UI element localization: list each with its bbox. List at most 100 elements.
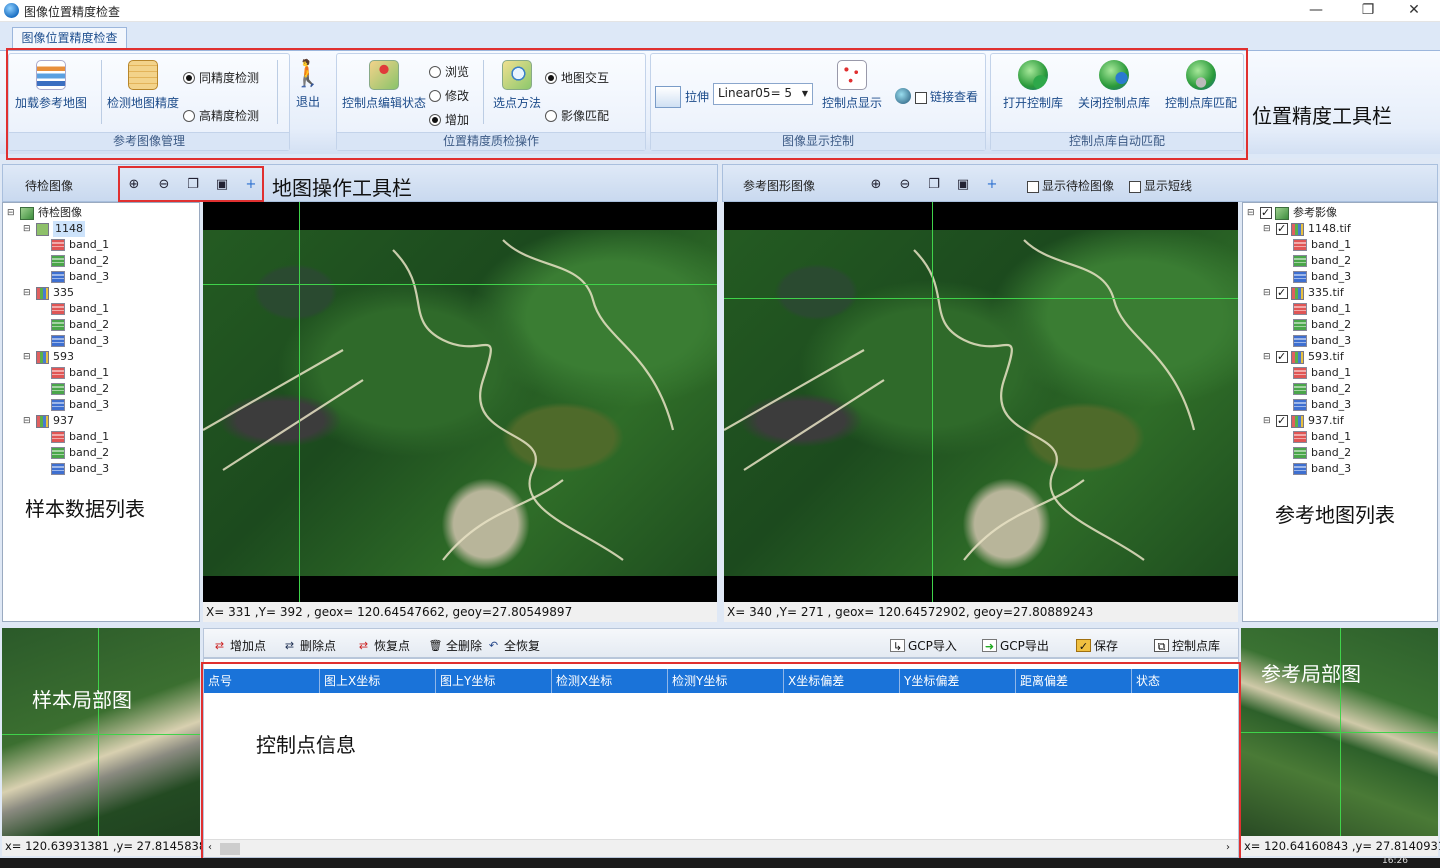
tree-band-item[interactable]: band_1 — [51, 301, 109, 317]
zoom-in-icon[interactable]: ⊕ — [125, 175, 143, 193]
collapse-icon[interactable]: ⊟ — [1263, 349, 1273, 365]
tree-node[interactable]: ⊟ 593 — [23, 349, 74, 365]
tree-band-item[interactable]: band_2 — [51, 253, 109, 269]
full-extent-icon[interactable]: ❐ — [925, 175, 943, 193]
tree-band-item[interactable]: band_1 — [51, 429, 109, 445]
load-reference-map-button[interactable]: 加载参考地图 — [11, 60, 91, 111]
collapse-icon[interactable]: ⊟ — [23, 413, 33, 429]
collapse-icon[interactable]: ⊟ — [23, 285, 33, 301]
column-header[interactable]: X坐标偏差 — [784, 669, 900, 693]
restore-button[interactable]: ❐ — [1348, 0, 1388, 22]
tree-node[interactable]: ⊟ 335.tif — [1263, 285, 1344, 301]
save-button[interactable]: ✓ 保存 — [1076, 637, 1118, 654]
zoom-out-icon[interactable]: ⊖ — [896, 175, 914, 193]
radio-map-interaction[interactable]: 地图交互 — [545, 69, 609, 86]
tree-band-item[interactable]: band_3 — [1293, 269, 1351, 285]
tree-band-item[interactable]: band_2 — [1293, 381, 1351, 397]
tree-band-item[interactable]: band_1 — [1293, 429, 1351, 445]
tree-band-item[interactable]: band_3 — [51, 333, 109, 349]
tree-node[interactable]: ⊟ 593.tif — [1263, 349, 1344, 365]
radio-browse[interactable]: 浏览 — [429, 63, 469, 80]
collapse-icon[interactable]: ⊟ — [7, 205, 17, 221]
control-point-library-button[interactable]: ⧉ 控制点库 — [1154, 637, 1220, 654]
exit-button[interactable]: 🚶 退出 — [280, 59, 336, 110]
collapse-icon[interactable]: ⊟ — [1247, 205, 1257, 221]
scroll-left-icon[interactable]: ‹ — [208, 842, 212, 853]
close-control-library-button[interactable]: 关闭控制点库 — [1073, 60, 1155, 111]
tree-band-item[interactable]: band_1 — [1293, 301, 1351, 317]
tree-band-item[interactable]: band_2 — [1293, 317, 1351, 333]
tab-precision-check[interactable]: 图像位置精度检查 — [12, 27, 127, 49]
close-button[interactable]: ✕ — [1394, 0, 1434, 22]
column-header[interactable]: 检测X坐标 — [552, 669, 668, 693]
tree-node[interactable]: ⊟ 937 — [23, 413, 74, 429]
delete-point-button[interactable]: ⇄ 删除点 — [282, 637, 336, 654]
tree-band-item[interactable]: band_3 — [1293, 397, 1351, 413]
column-header[interactable]: 检测Y坐标 — [668, 669, 784, 693]
checkbox-icon[interactable] — [1260, 205, 1272, 221]
stretch-select[interactable]: Linear05= 5 ▼ — [713, 83, 813, 105]
restore-all-button[interactable]: ↶ 全恢复 — [486, 637, 540, 654]
delete-all-button[interactable]: 🗑 全删除 — [428, 637, 483, 654]
select-point-method-button[interactable]: 选点方法 — [489, 60, 545, 111]
zoom-out-icon[interactable]: ⊖ — [155, 175, 173, 193]
tree-band-item[interactable]: band_1 — [1293, 237, 1351, 253]
radio-modify[interactable]: 修改 — [429, 87, 469, 104]
add-point-button[interactable]: ⇄ 增加点 — [212, 637, 266, 654]
tree-node[interactable]: ⊟ 1148 — [23, 221, 85, 237]
tree-band-item[interactable]: band_3 — [1293, 461, 1351, 477]
collapse-icon[interactable]: ⊟ — [23, 221, 33, 237]
column-header[interactable]: 图上Y坐标 — [436, 669, 552, 693]
collapse-icon[interactable]: ⊟ — [23, 349, 33, 365]
check-map-precision-button[interactable]: 检测地图精度 — [105, 60, 181, 111]
checkbox-icon[interactable] — [1276, 285, 1288, 301]
tree-band-item[interactable]: band_3 — [1293, 333, 1351, 349]
collapse-icon[interactable]: ⊟ — [1263, 285, 1273, 301]
tree-node[interactable]: ⊟ 1148.tif — [1263, 221, 1351, 237]
tree-band-item[interactable]: band_2 — [51, 381, 109, 397]
column-header[interactable]: Y坐标偏差 — [900, 669, 1016, 693]
zoom-in-icon[interactable]: ⊕ — [867, 175, 885, 193]
radio-high-precision[interactable]: 高精度检测 — [183, 107, 259, 124]
tree-band-item[interactable]: band_2 — [51, 317, 109, 333]
crosshair-icon[interactable]: + — [242, 175, 260, 193]
column-header[interactable]: 状态 — [1132, 669, 1250, 693]
reference-map-view[interactable]: X= 340 ,Y= 271 , geox= 120.64572902, geo… — [723, 202, 1238, 622]
tree-band-item[interactable]: band_2 — [51, 445, 109, 461]
crosshair-icon[interactable]: + — [983, 175, 1001, 193]
restore-point-button[interactable]: ⇄ 恢复点 — [356, 637, 410, 654]
control-library-match-button[interactable]: 控制点库匹配 — [1161, 60, 1241, 111]
tree-node[interactable]: ⊟ 335 — [23, 285, 74, 301]
sample-local-view[interactable]: 样本局部图 x= 120.63931381 ,y= 27.8145838 — [2, 628, 206, 856]
show-pending-checkbox[interactable]: 显示待检图像 — [1027, 177, 1114, 194]
tree-root[interactable]: ⊟ 待检图像 — [7, 205, 82, 221]
tree-band-item[interactable]: band_2 — [1293, 253, 1351, 269]
tree-band-item[interactable]: band_3 — [51, 461, 109, 477]
tree-band-item[interactable]: band_1 — [1293, 365, 1351, 381]
radio-image-match[interactable]: 影像匹配 — [545, 107, 609, 124]
column-header[interactable]: 点号 — [204, 669, 320, 693]
column-header[interactable]: 图上X坐标 — [320, 669, 436, 693]
tree-band-item[interactable]: band_1 — [51, 365, 109, 381]
sample-map-view[interactable]: X= 331 ,Y= 392 , geox= 120.64547662, geo… — [202, 202, 717, 622]
horizontal-scrollbar[interactable]: ‹ › — [204, 839, 1238, 857]
gcp-export-button[interactable]: ➜ GCP导出 — [982, 637, 1049, 654]
scroll-thumb[interactable] — [220, 843, 240, 855]
open-control-library-button[interactable]: 打开控制库 — [995, 60, 1071, 111]
minimize-button[interactable]: — — [1296, 0, 1336, 22]
tree-band-item[interactable]: band_1 — [51, 237, 109, 253]
full-extent-icon[interactable]: ❐ — [184, 175, 202, 193]
tree-band-item[interactable]: band_3 — [51, 269, 109, 285]
actual-size-icon[interactable]: ▣ — [954, 175, 972, 193]
collapse-icon[interactable]: ⊟ — [1263, 221, 1273, 237]
reference-local-view[interactable]: 参考局部图 x= 120.64160843 ,y= 27.8140931 — [1241, 628, 1440, 856]
radio-same-precision[interactable]: 同精度检测 — [183, 69, 259, 86]
control-point-display-button[interactable]: 控制点显示 — [817, 60, 887, 111]
collapse-icon[interactable]: ⊟ — [1263, 413, 1273, 429]
actual-size-icon[interactable]: ▣ — [213, 175, 231, 193]
checkbox-icon[interactable] — [1276, 413, 1288, 429]
radio-add[interactable]: 增加 — [429, 111, 469, 128]
gcp-import-button[interactable]: ↳ GCP导入 — [890, 637, 957, 654]
checkbox-icon[interactable] — [1276, 349, 1288, 365]
control-point-edit-state-button[interactable]: 控制点编辑状态 — [339, 60, 429, 111]
